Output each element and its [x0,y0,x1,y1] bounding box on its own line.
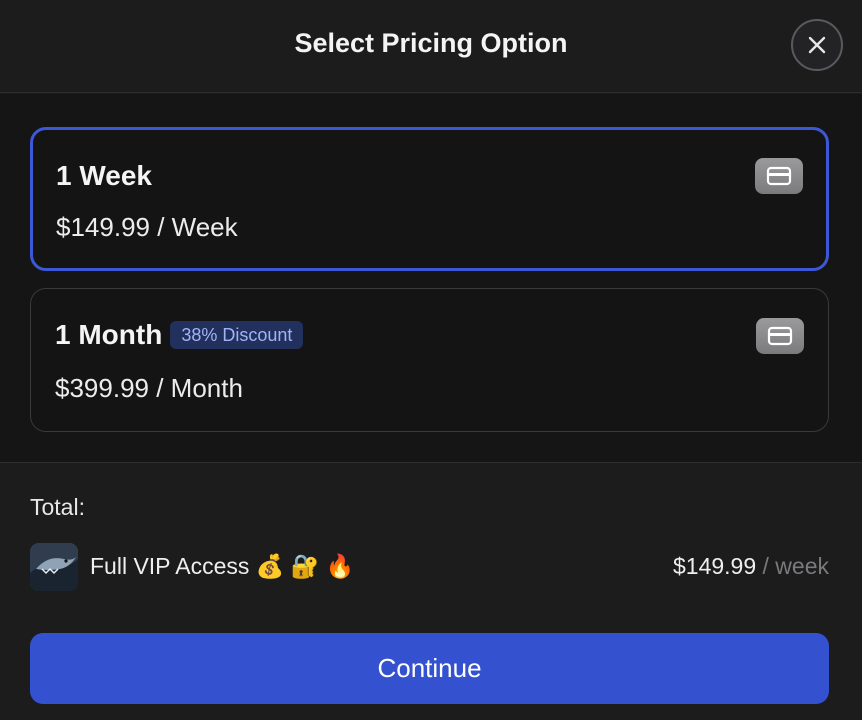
product-name: Full VIP Access 💰 🔐 🔥 [90,553,355,579]
credit-card-icon [755,158,803,194]
option-price: $149.99 / Week [56,212,238,242]
order-summary-row: Full VIP Access 💰 🔐 🔥 $149.99 / week [30,541,829,591]
price-unit: / week [756,553,830,579]
total-label: Total: [30,494,85,520]
pricing-options: 1 Week $149.99 / Week 1 Month 38% Discou… [0,94,862,462]
modal-title: Select Pricing Option [294,28,568,58]
option-price: $399.99 / Month [55,373,243,403]
price-amount: $149.99 [672,553,757,579]
checkout-footer: Total: Full VIP Access 💰 🔐 🔥 $149.99 / w… [0,462,862,720]
option-name-row: 1 Month 38% Discount [55,319,304,351]
product-thumbnail [30,543,78,591]
option-1-month[interactable]: 1 Month 38% Discount $399.99 / Month [30,288,829,432]
credit-card-icon [756,318,804,354]
modal-header: Select Pricing Option [0,0,862,93]
pricing-modal: Select Pricing Option 1 Week $149.99 / W… [0,0,862,720]
option-name: 1 Month [55,319,163,350]
option-1-week[interactable]: 1 Week $149.99 / Week [30,127,829,271]
continue-button[interactable]: Continue [30,633,829,704]
discount-badge: 38% Discount [170,321,304,349]
close-icon [808,36,826,54]
close-button[interactable] [791,19,843,71]
product-price: $149.99 / week [673,553,829,580]
option-name: 1 Week [56,160,152,191]
